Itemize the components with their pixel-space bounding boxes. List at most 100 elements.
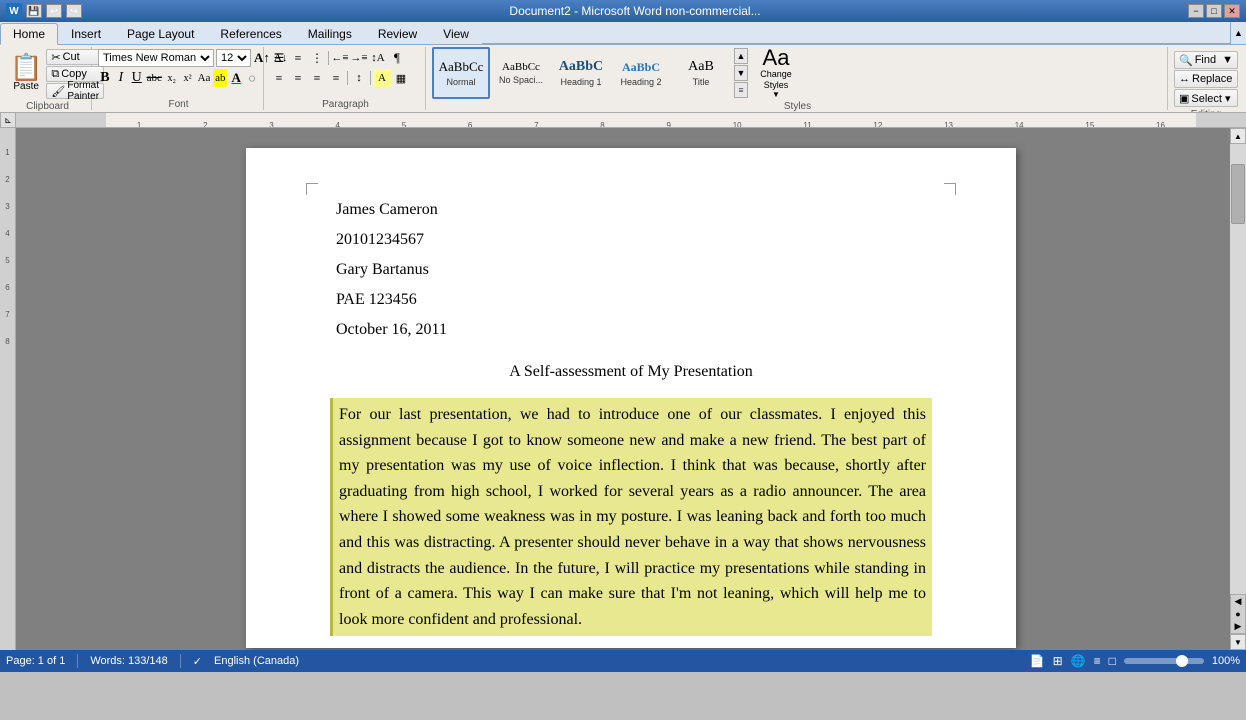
strikethrough-button[interactable]: abc	[146, 69, 163, 87]
view-fullscreen-btn[interactable]: ⊞	[1053, 654, 1063, 668]
show-formatting-button[interactable]: ¶	[388, 49, 406, 67]
align-right-button[interactable]: ≡	[308, 69, 326, 87]
language-status[interactable]: English (Canada)	[214, 655, 299, 667]
style-h2-preview: AaBbC	[622, 60, 660, 75]
tab-mailings[interactable]: Mailings	[295, 23, 365, 44]
ribbon-tabs: Home Insert Page Layout References Maili…	[0, 22, 1246, 44]
scroll-down-button[interactable]: ▼	[1230, 634, 1246, 650]
replace-button[interactable]: ↔ Replace	[1174, 70, 1238, 88]
words-status-text: Words: 133/148	[90, 655, 167, 667]
body-paragraph[interactable]: For our last presentation, we had to int…	[330, 398, 932, 636]
multilevel-button[interactable]: ⋮	[308, 49, 326, 67]
page-status-text: Page: 1 of 1	[6, 655, 65, 667]
sort-button[interactable]: ↕A	[369, 49, 387, 67]
style-no-spacing-button[interactable]: AaBbCc No Spaci...	[492, 47, 550, 99]
change-styles-arrow: ▼	[772, 90, 780, 99]
cut-icon: ✂	[51, 51, 60, 64]
clear-format-button[interactable]: ◌	[245, 69, 259, 87]
find-arrow: ▼	[1222, 54, 1233, 66]
view-draft-btn[interactable]: □	[1109, 654, 1116, 668]
font-size-selector[interactable]: 12	[216, 49, 251, 67]
font-color-button[interactable]: A	[229, 69, 243, 87]
status-bar: Page: 1 of 1 Words: 133/148 ✓ English (C…	[0, 650, 1246, 672]
student-id-line: 20101234567	[336, 228, 926, 252]
paragraph-label: Paragraph	[270, 97, 421, 110]
shading-button[interactable]: A	[373, 69, 391, 87]
highlight-button[interactable]: ab	[213, 69, 227, 87]
superscript-button[interactable]: x²	[181, 69, 195, 87]
align-left-button[interactable]: ≡	[270, 69, 288, 87]
replace-icon: ↔	[1179, 73, 1190, 85]
ribbon-collapse-btn[interactable]: ▲	[1230, 22, 1246, 44]
select-button[interactable]: ▣ Select ▾	[1174, 89, 1238, 107]
style-h1-label: Heading 1	[560, 77, 601, 87]
subscript-button[interactable]: x₂	[165, 69, 179, 87]
horizontal-ruler: 12345678910111213141516	[16, 112, 1246, 128]
italic-button[interactable]: I	[114, 69, 128, 87]
style-nospace-label: No Spaci...	[499, 75, 543, 85]
spacer1	[336, 348, 926, 360]
window-title: Document2 - Microsoft Word non-commercia…	[82, 4, 1188, 18]
font-label: Font	[98, 97, 259, 110]
tab-review[interactable]: Review	[365, 23, 430, 44]
line-spacing-button[interactable]: ↕	[350, 69, 368, 87]
styles-scroll-up[interactable]: ▲	[734, 48, 748, 64]
zoom-thumb[interactable]	[1176, 655, 1188, 667]
font-name-selector[interactable]: Times New Roman	[98, 49, 214, 67]
corner-mark-tr	[944, 183, 956, 195]
align-center-button[interactable]: ≡	[289, 69, 307, 87]
justify-button[interactable]: ≡	[327, 69, 345, 87]
view-outline-btn[interactable]: ≡	[1094, 654, 1101, 668]
tab-page-layout[interactable]: Page Layout	[114, 23, 207, 44]
view-print-btn[interactable]: 📄	[1030, 654, 1045, 668]
style-nospace-preview: AaBbCc	[502, 61, 540, 73]
style-title-button[interactable]: AaB Title	[672, 47, 730, 99]
borders-button[interactable]: ▦	[392, 69, 410, 87]
close-button[interactable]: ✕	[1224, 4, 1240, 18]
vertical-scrollbar: ▲ ◀ ● ▶ ▼	[1230, 128, 1246, 650]
spell-check-indicator[interactable]: ✓	[193, 655, 202, 668]
style-heading2-button[interactable]: AaBbC Heading 2	[612, 47, 670, 99]
find-button[interactable]: 🔍 Find ▼	[1174, 51, 1238, 69]
underline-button[interactable]: U	[130, 69, 144, 87]
decrease-indent-button[interactable]: ←≡	[331, 49, 349, 67]
cut-label: Cut	[63, 51, 80, 63]
view-web-btn[interactable]: 🌐	[1071, 654, 1086, 668]
scroll-track[interactable]	[1230, 144, 1246, 594]
quick-access-save[interactable]: 💾	[26, 4, 42, 18]
para-sep2	[347, 71, 348, 85]
paste-icon: 📋	[10, 55, 42, 81]
scroll-up-button[interactable]: ▲	[1230, 128, 1246, 144]
restore-button[interactable]: □	[1206, 4, 1222, 18]
ruler-margin-left	[16, 113, 106, 127]
numbering-button[interactable]: ≡	[289, 49, 307, 67]
tab-references[interactable]: References	[207, 23, 294, 44]
tab-home[interactable]: Home	[0, 23, 58, 45]
change-styles-button[interactable]: Aa ChangeStyles ▼	[750, 47, 802, 99]
bullets-button[interactable]: ☰	[270, 49, 288, 67]
prev-page-btn[interactable]: ◀	[1235, 596, 1242, 607]
ruler-numbers: 12345678910111213141516	[106, 121, 1196, 128]
style-normal-button[interactable]: AaBbCc Normal	[432, 47, 490, 99]
change-case-button[interactable]: Aa	[197, 69, 212, 87]
quick-access-redo[interactable]: ↪	[66, 4, 82, 18]
document-page[interactable]: James Cameron 20101234567 Gary Bartanus …	[246, 148, 1016, 648]
document-area: James Cameron 20101234567 Gary Bartanus …	[16, 128, 1246, 650]
bold-button[interactable]: B	[98, 69, 112, 87]
next-page-btn[interactable]: ▶	[1235, 621, 1242, 632]
select-label: Select ▾	[1191, 92, 1230, 105]
course-line: PAE 123456	[336, 288, 926, 312]
clipboard-label: Clipboard	[8, 99, 87, 112]
scroll-thumb[interactable]	[1231, 164, 1245, 224]
increase-indent-button[interactable]: →≡	[350, 49, 368, 67]
styles-more-btn[interactable]: ≡	[734, 82, 748, 98]
styles-scroll-down[interactable]: ▼	[734, 65, 748, 81]
minimize-button[interactable]: −	[1188, 4, 1204, 18]
paste-button[interactable]: 📋 Paste	[8, 47, 44, 99]
ruler-tab-btn[interactable]: ⊾	[0, 112, 16, 128]
tab-view[interactable]: View	[430, 23, 482, 44]
tab-insert[interactable]: Insert	[58, 23, 114, 44]
quick-access-undo[interactable]: ↩	[46, 4, 62, 18]
zoom-slider[interactable]	[1124, 658, 1204, 664]
style-heading1-button[interactable]: AaBbC Heading 1	[552, 47, 610, 99]
